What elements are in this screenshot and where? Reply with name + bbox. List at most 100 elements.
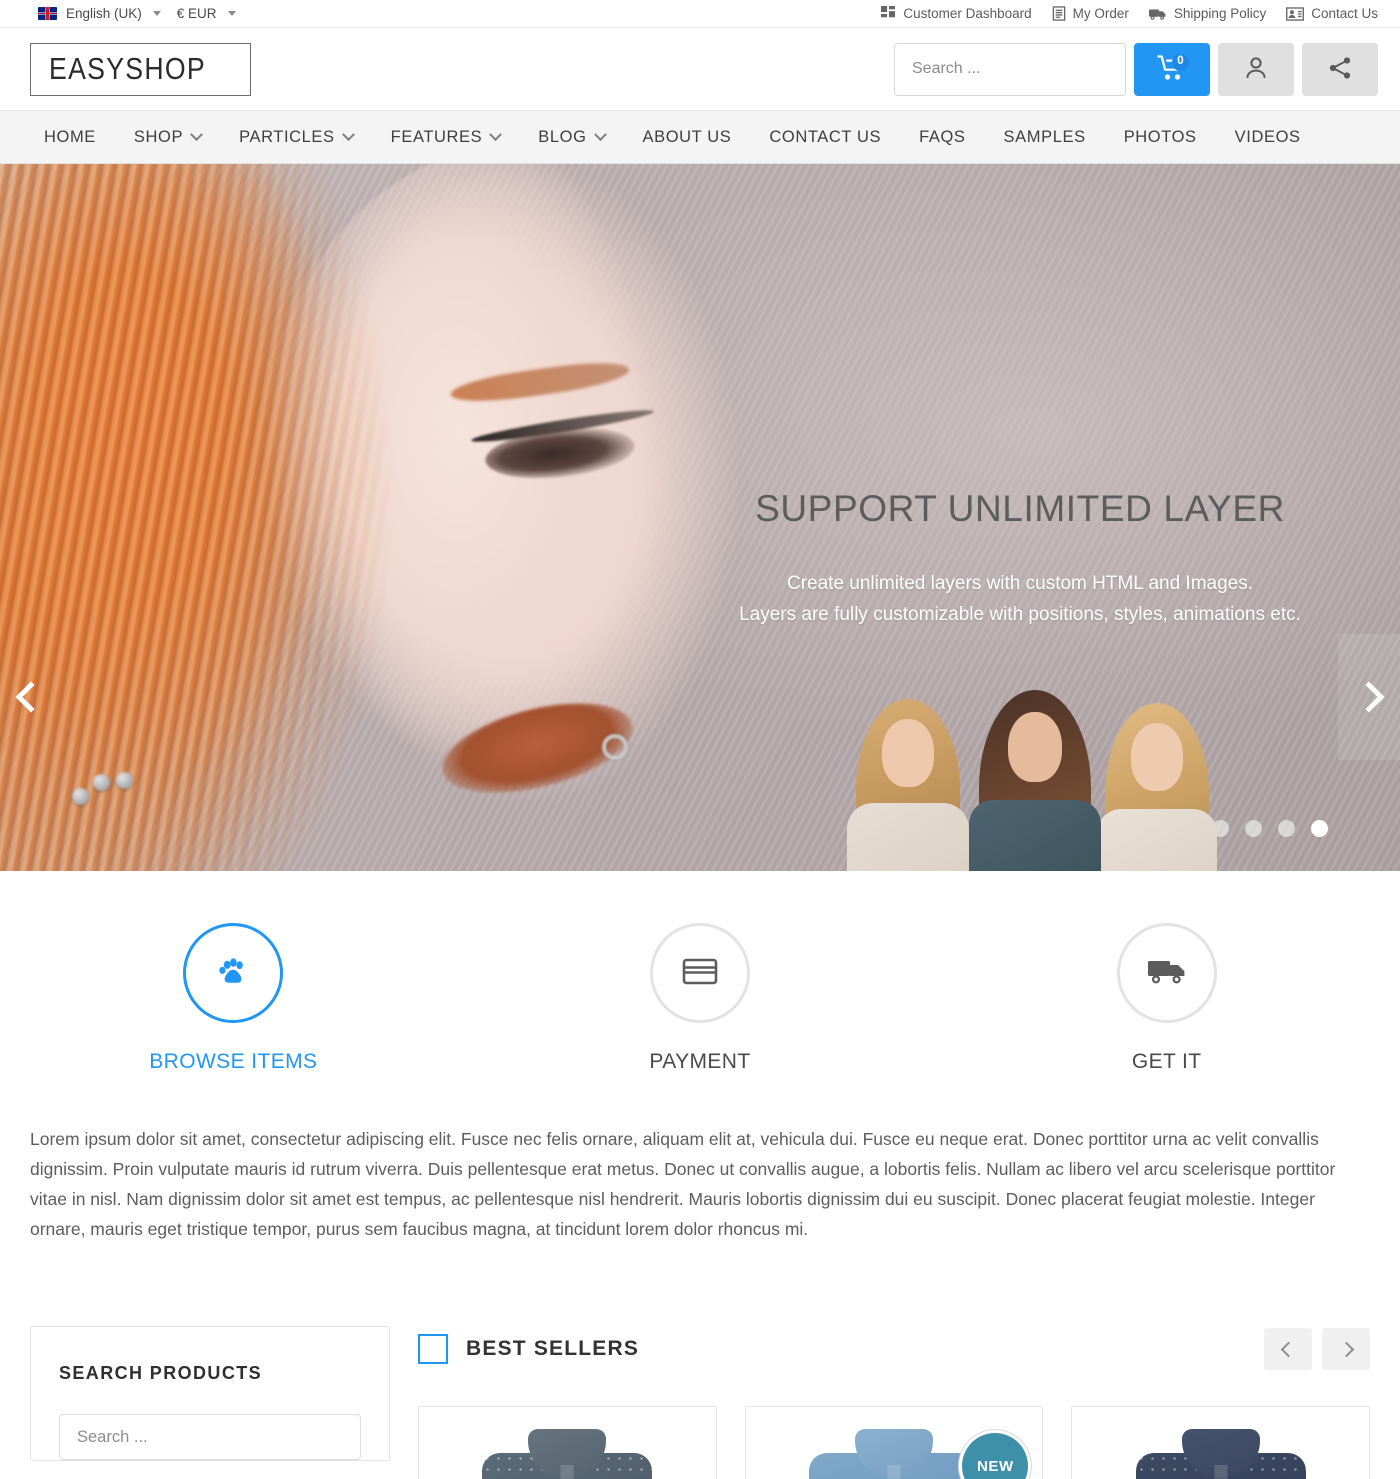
top-utility-bar: English (UK) € EUR Customer Dashboard My… (0, 0, 1400, 28)
feature-label: BROWSE ITEMS (149, 1050, 318, 1073)
receipt-icon (1052, 6, 1066, 21)
hero-dot-4[interactable] (1311, 820, 1328, 837)
account-button[interactable] (1218, 42, 1294, 96)
hero-subtitle-line-1: Create unlimited layers with custom HTML… (786, 572, 1254, 594)
feature-browse-items[interactable]: BROWSE ITEMS (0, 923, 467, 1074)
nav-label: ABOUT US (642, 127, 732, 146)
hero-slider: SUPPORT UNLIMITED LAYER Create unlimited… (0, 164, 1400, 871)
intro-paragraph: Lorem ipsum dolor sit amet, consectetur … (30, 1129, 1336, 1240)
nav-label: PARTICLES (239, 127, 335, 146)
product-image (1135, 1419, 1306, 1479)
hero-subtitle: Create unlimited layers with custom HTML… (690, 568, 1350, 631)
model-hair (0, 164, 510, 871)
hero-next-arrow[interactable] (1338, 634, 1400, 760)
currency-selector[interactable]: € EUR (169, 6, 244, 21)
nav-item-videos[interactable]: VIDEOS (1216, 110, 1320, 164)
cart-button[interactable]: 0 (1134, 42, 1210, 96)
sidebar-search-products: SEARCH PRODUCTS (30, 1326, 390, 1462)
chevron-down-icon (341, 127, 355, 141)
product-card[interactable]: NEW (744, 1406, 1044, 1479)
nav-item-particles[interactable]: PARTICLES (220, 110, 372, 164)
share-button[interactable] (1302, 42, 1378, 96)
site-header: EASYSHOP 0 (0, 28, 1400, 110)
link-shipping-policy[interactable]: Shipping Policy (1148, 6, 1267, 21)
feature-icon-circle (1116, 923, 1217, 1023)
sidebar-search-box[interactable] (59, 1414, 361, 1461)
product-image (482, 1419, 653, 1479)
header-actions: 0 (894, 42, 1378, 96)
hero-dot-3[interactable] (1278, 820, 1295, 837)
model-left (844, 691, 972, 871)
best-sellers-title: BEST SELLERS (466, 1337, 640, 1361)
product-card[interactable] (1071, 1406, 1371, 1479)
credit-card-icon (682, 956, 718, 991)
share-icon (1328, 56, 1352, 83)
hero-subtitle-line-2: Layers are fully customizable with posit… (739, 604, 1301, 626)
hero-models-group-image (842, 686, 1217, 871)
nav-label: SAMPLES (1003, 127, 1086, 146)
model-right (1092, 693, 1222, 871)
chevron-left-icon (15, 681, 47, 713)
link-label: Contact Us (1311, 6, 1378, 21)
product-card[interactable] (418, 1406, 717, 1479)
features-strip: BROWSE ITEMS PAYMENT GET IT (0, 871, 1400, 1084)
chevron-down-icon (152, 11, 161, 16)
nav-item-faqs[interactable]: FAQS (900, 110, 984, 164)
chevron-down-icon (190, 127, 203, 141)
header-search[interactable] (894, 42, 1126, 96)
nav-label: SHOP (133, 127, 184, 146)
carousel-prev-button[interactable] (1264, 1328, 1312, 1371)
link-label: Shipping Policy (1173, 6, 1267, 21)
nav-item-blog[interactable]: BLOG (519, 110, 623, 164)
best-sellers-section: BEST SELLERS NEW (418, 1326, 1371, 1479)
link-contact-us[interactable]: Contact Us (1286, 6, 1378, 21)
site-logo[interactable]: EASYSHOP (30, 42, 251, 96)
nav-label: FAQS (919, 127, 966, 146)
currency-label: € EUR (176, 6, 217, 21)
nav-label: PHOTOS (1123, 127, 1197, 146)
nav-label: BLOG (538, 127, 587, 146)
hero-prev-arrow[interactable] (0, 634, 62, 760)
product-image (809, 1419, 979, 1479)
link-my-order[interactable]: My Order (1052, 6, 1129, 21)
utility-links: Customer Dashboard My Order Shipping Pol… (881, 6, 1378, 21)
best-sellers-header: BEST SELLERS (418, 1326, 1370, 1372)
feature-get-it[interactable]: GET IT (933, 923, 1400, 1074)
nav-label: FEATURES (390, 127, 483, 146)
feature-icon-circle (183, 923, 284, 1023)
link-customer-dashboard[interactable]: Customer Dashboard (881, 6, 1032, 21)
hero-dot-2[interactable] (1245, 820, 1262, 837)
product-carousel: NEW (418, 1406, 1371, 1479)
hero-model-portrait-image (0, 164, 780, 871)
nav-item-about-us[interactable]: ABOUT US (624, 110, 751, 164)
nav-item-features[interactable]: FEATURES (372, 110, 520, 164)
nav-item-samples[interactable]: SAMPLES (985, 110, 1105, 164)
sidebar-search-input[interactable] (77, 1427, 343, 1447)
bottom-section: SEARCH PRODUCTS BEST SELLERS (0, 1244, 1400, 1479)
truck-icon (1148, 7, 1167, 21)
nav-item-contact-us[interactable]: CONTACT US (750, 110, 900, 164)
hero-title: SUPPORT UNLIMITED LAYER (755, 488, 1285, 529)
chevron-right-icon (1338, 1341, 1354, 1358)
language-selector[interactable]: English (UK) (30, 6, 169, 21)
section-marker-icon (418, 1334, 448, 1365)
search-input[interactable] (912, 60, 1108, 78)
nav-item-shop[interactable]: SHOP (115, 110, 220, 164)
uk-flag-icon (38, 7, 57, 20)
feature-label: GET IT (1131, 1050, 1202, 1073)
carousel-controls (1264, 1328, 1370, 1371)
feature-payment[interactable]: PAYMENT (467, 923, 934, 1074)
sidebar-title: SEARCH PRODUCTS (59, 1363, 263, 1384)
contact-card-icon (1286, 6, 1305, 21)
dashboard-icon (881, 6, 896, 21)
link-label: My Order (1072, 6, 1129, 21)
nav-item-photos[interactable]: PHOTOS (1105, 110, 1216, 164)
carousel-next-button[interactable] (1322, 1328, 1370, 1371)
new-badge: NEW (962, 1433, 1029, 1479)
cart-count-badge: 0 (1172, 53, 1189, 71)
chevron-down-icon (489, 127, 503, 141)
nav-item-home[interactable]: HOME (30, 110, 115, 164)
chevron-left-icon (1280, 1341, 1296, 1358)
delivery-truck-icon (1147, 956, 1187, 991)
link-label: Customer Dashboard (903, 6, 1032, 21)
